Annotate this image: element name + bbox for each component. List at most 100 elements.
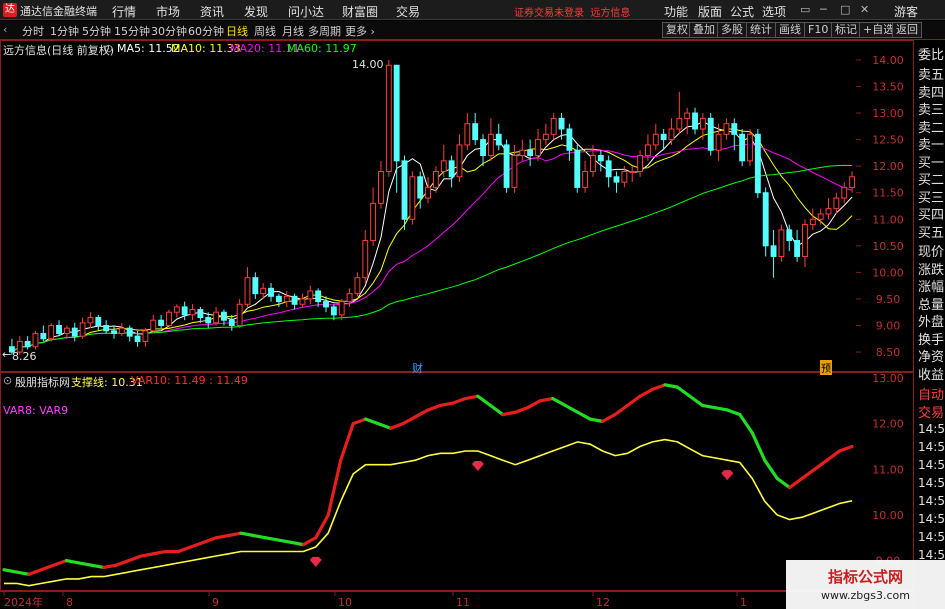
toolbar-back[interactable]: 返回 (892, 22, 922, 38)
panel-trade[interactable]: 交易 (918, 402, 944, 421)
kline-chart[interactable]: 14.00 13.50 13.00 12.50 12.00 11.50 11.00 10.50… (0, 40, 945, 609)
watermark: 指标公式网 www.zbgs3.com (786, 560, 945, 609)
period-toolbar: ‹ 分时 1分钟 5分钟 15分钟 30分钟 60分钟 日线 周线 月线 多周期… (0, 21, 945, 40)
menu-function[interactable]: 功能 (664, 3, 688, 20)
candle-down (762, 192, 769, 247)
toolbar-mark[interactable]: 标记 (831, 22, 861, 38)
diamond-marker-icon (721, 470, 734, 481)
var10-segment (438, 401, 455, 407)
panel-sell3: 卖三 (918, 103, 945, 118)
sub-axis-label: 12.00 (872, 418, 904, 431)
date-axis-label: 8 (66, 596, 73, 609)
candle-up (166, 311, 172, 327)
period-30min[interactable]: 30分钟 (151, 23, 187, 39)
period-15min[interactable]: 15分钟 (114, 23, 150, 39)
indicator-settings-icon[interactable]: ⊙ (3, 374, 12, 387)
guest-user[interactable]: 游客 (894, 3, 918, 20)
panel-sell1: 卖一 (918, 138, 945, 153)
candle-up (715, 133, 722, 151)
login-warning[interactable]: 证券交易未登录 远方信息 (514, 4, 630, 19)
menu-wealth[interactable]: 财富圈 (342, 3, 378, 20)
menu-discover[interactable]: 发现 (244, 3, 268, 20)
candle-up (621, 170, 628, 183)
menu-news[interactable]: 资讯 (200, 3, 224, 20)
maximize-icon[interactable]: □ (840, 3, 850, 16)
sub-axis-label: 13.00 (872, 372, 904, 385)
main-chart-frame (0, 40, 914, 372)
menu-options[interactable]: 选项 (762, 3, 786, 20)
var10-segment (825, 449, 842, 462)
diamond-marker-icon (471, 461, 484, 472)
event-finance-marker[interactable]: 财 (412, 360, 423, 376)
candle-up (346, 293, 353, 303)
arrow-left-icon: ← (2, 348, 12, 361)
candle-up (362, 240, 369, 279)
var10-segment (376, 422, 393, 430)
candle-up (370, 202, 377, 242)
period-multi[interactable]: 多周期 (308, 23, 341, 39)
period-60min[interactable]: 60分钟 (188, 23, 224, 39)
candle-up (550, 117, 557, 135)
settings-icon[interactable]: ⊙ (104, 42, 113, 55)
var10-segment (27, 568, 44, 576)
close-icon[interactable]: ✕ (860, 3, 869, 16)
panel-sell5: 卖五 (918, 68, 945, 83)
var10-segment (226, 531, 243, 538)
candle-up (699, 117, 706, 130)
candle-down (566, 128, 573, 151)
candle-down (558, 117, 565, 130)
period-5min[interactable]: 5分钟 (82, 23, 111, 39)
toolbar-adjust[interactable]: 复权 (662, 22, 692, 38)
panel-auto[interactable]: 自动 (918, 384, 944, 403)
var10-segment (713, 406, 729, 412)
panel-time-6: 14:56 (918, 512, 945, 526)
candle-up (668, 128, 675, 141)
restore-icon[interactable]: ─ (820, 3, 827, 16)
candle-down (495, 133, 502, 146)
support-line (4, 438, 853, 587)
candle-down (330, 306, 337, 316)
candles (8, 59, 856, 355)
candle-down (315, 290, 322, 303)
candle-down (503, 144, 510, 188)
menu-ask[interactable]: 问小达 (288, 3, 324, 20)
menu-trade[interactable]: 交易 (396, 3, 420, 20)
var10-segment (837, 444, 854, 453)
minimize-icon[interactable]: ▭ (800, 3, 810, 16)
menu-layout[interactable]: 版面 (698, 3, 722, 20)
period-1min[interactable]: 1分钟 (50, 23, 79, 39)
ma-line-ma60 (11, 164, 853, 353)
chevron-left-icon[interactable]: ‹ (3, 23, 7, 36)
toolbar-f10[interactable]: F10 (804, 22, 833, 38)
date-axis-label: 1 (740, 596, 747, 609)
period-intraday[interactable]: 分时 (22, 23, 44, 39)
candle-down (401, 160, 408, 220)
toolbar-draw[interactable]: 画线 (775, 22, 805, 38)
panel-net-asset: 净资 (918, 350, 945, 365)
toolbar-overlay[interactable]: 叠加 (689, 22, 719, 38)
candle-up (817, 213, 824, 220)
candle-up (378, 170, 384, 204)
period-monthly[interactable]: 月线 (282, 23, 304, 39)
period-daily[interactable]: 日线 (226, 23, 248, 39)
var10-segment (276, 538, 293, 544)
menu-formula[interactable]: 公式 (730, 3, 754, 20)
period-more[interactable]: 更多 › (345, 23, 375, 39)
toolbar-multi-stock[interactable]: 多股 (717, 22, 747, 38)
login-warning-text: 证券交易未登录 (514, 8, 584, 19)
candle-up (778, 229, 785, 257)
date-axis-label: 10 (338, 596, 352, 609)
var10-segment (2, 568, 19, 574)
toolbar-stats[interactable]: 统计 (746, 22, 776, 38)
ma-lines (11, 120, 853, 353)
candle-up (299, 298, 306, 305)
candle-up (236, 303, 243, 327)
candle-down (24, 340, 31, 348)
menu-hq[interactable]: 行情 (112, 3, 136, 20)
event-forecast-marker[interactable]: 预 (820, 360, 832, 375)
price-axis-label: 13.00 (872, 107, 904, 120)
period-weekly[interactable]: 周线 (254, 23, 276, 39)
menu-market[interactable]: 市场 (156, 3, 180, 20)
var10-segment (750, 431, 767, 462)
app-logo-icon: 达 (3, 3, 17, 17)
